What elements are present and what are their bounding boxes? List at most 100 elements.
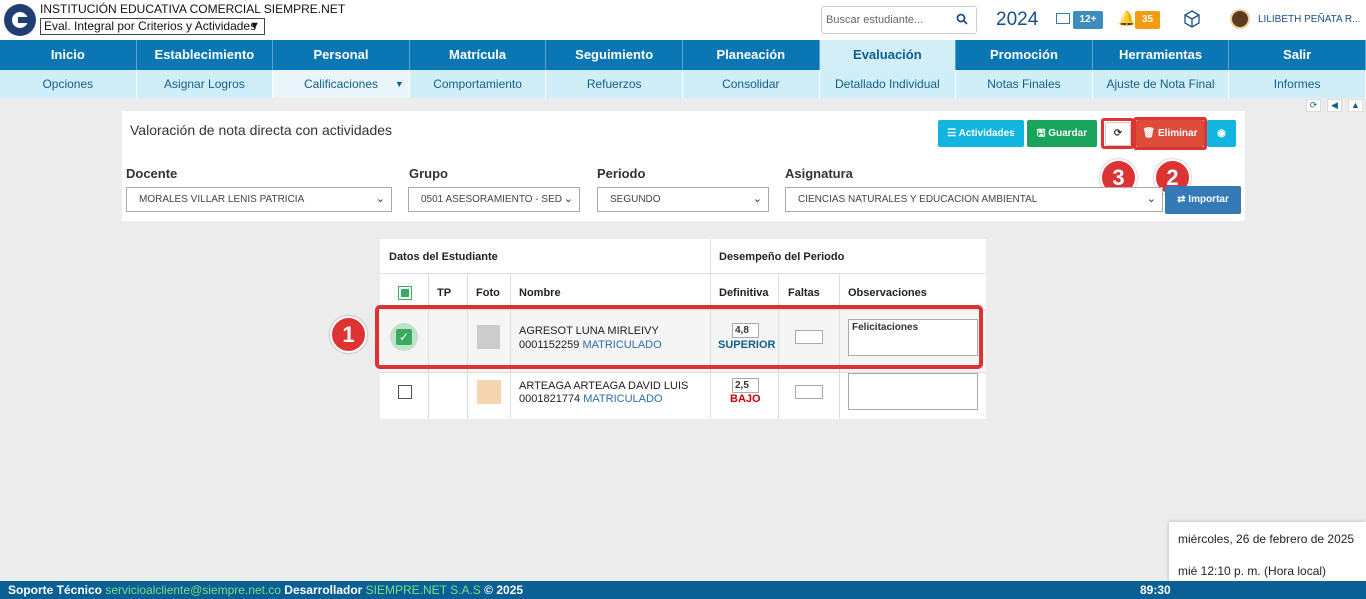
actividades-button[interactable]: ☰ Actividades bbox=[938, 120, 1024, 147]
subnav-comportamiento[interactable]: Comportamiento bbox=[410, 70, 547, 98]
row-2-student-name: ARTEAGA ARTEAGA DAVID LUIS bbox=[519, 380, 689, 392]
eliminar-button[interactable]: 🗑 Eliminar bbox=[1136, 120, 1204, 147]
row-2-checkbox[interactable] bbox=[398, 385, 412, 399]
nav-planeacion[interactable]: Planeación bbox=[683, 40, 820, 70]
scroll-top-icon[interactable]: ▲ bbox=[1348, 99, 1363, 112]
subnav-detallado-individual[interactable]: Detallado Individual bbox=[820, 70, 957, 98]
footer-support-label: Soporte Técnico bbox=[8, 583, 103, 597]
grupo-select[interactable]: 0501 ASESORAMIENTO - SED ⌄ bbox=[408, 187, 580, 212]
panel-title: Valoración de nota directa con actividad… bbox=[130, 122, 393, 138]
subnav-informes[interactable]: Informes bbox=[1229, 70, 1366, 98]
column-header-foto: Foto bbox=[476, 287, 500, 299]
subnav-calificaciones-label: Calificaciones bbox=[303, 77, 378, 91]
select-all-checkbox[interactable] bbox=[398, 286, 412, 300]
globe-button[interactable]: ◉ bbox=[1207, 120, 1236, 147]
mail-count-badge[interactable]: 12+ bbox=[1073, 11, 1103, 29]
grupo-value: 0501 ASESORAMIENTO - SED bbox=[421, 194, 562, 205]
nav-herramientas[interactable]: Herramientas bbox=[1093, 40, 1230, 70]
clock-time: mié 12:10 p. m. (Hora local) bbox=[1178, 564, 1327, 578]
user-avatar[interactable] bbox=[1230, 9, 1250, 29]
column-header-observaciones: Observaciones bbox=[848, 287, 927, 299]
column-header-faltas: Faltas bbox=[788, 287, 820, 299]
bell-icon[interactable]: 🔔 bbox=[1118, 10, 1135, 26]
refresh-page-icon[interactable]: ⟳ bbox=[1306, 99, 1321, 112]
nav-evaluacion[interactable]: Evaluación bbox=[819, 40, 957, 70]
sub-navigation: Opciones Asignar Logros Calificaciones ▼… bbox=[0, 70, 1366, 98]
periodo-label: Periodo bbox=[597, 166, 646, 181]
chevron-down-icon: ⌄ bbox=[1146, 193, 1156, 205]
nav-matricula[interactable]: Matrícula bbox=[410, 40, 547, 70]
institution-logo[interactable] bbox=[4, 4, 36, 36]
subnav-opciones[interactable]: Opciones bbox=[0, 70, 137, 98]
main-navigation: Inicio Establecimiento Personal Matrícul… bbox=[0, 40, 1366, 70]
evaluation-mode-select[interactable]: Eval. Integral por Criterios y Actividad… bbox=[40, 18, 265, 35]
nav-personal[interactable]: Personal bbox=[273, 40, 410, 70]
top-bar: INSTITUCIÓN EDUCATIVA COMERCIAL SIEMPRE.… bbox=[0, 0, 1366, 40]
subnav-calificaciones[interactable]: Calificaciones ▼ bbox=[273, 70, 410, 98]
column-header-nombre: Nombre bbox=[519, 287, 561, 299]
nav-salir[interactable]: Salir bbox=[1229, 40, 1366, 70]
refresh-button[interactable]: ⟳ bbox=[1105, 122, 1131, 146]
row-2-student-code: 0001821774 bbox=[519, 393, 581, 405]
grading-panel: Valoración de nota directa con actividad… bbox=[122, 111, 1245, 221]
step-marker-1: 1 bbox=[330, 316, 367, 353]
group-header-student: Datos del Estudiante bbox=[389, 251, 498, 263]
asignatura-label: Asignatura bbox=[785, 166, 853, 181]
subnav-notas-finales[interactable]: Notas Finales bbox=[956, 70, 1093, 98]
footer-support-email[interactable]: servicioalcliente@siempre.net.co bbox=[105, 583, 281, 597]
row-2-observation-textarea[interactable] bbox=[848, 373, 978, 410]
subnav-refuerzos[interactable]: Refuerzos bbox=[546, 70, 683, 98]
student-search-input[interactable]: Buscar estudiante... bbox=[821, 6, 977, 34]
search-placeholder: Buscar estudiante... bbox=[826, 14, 924, 26]
back-icon[interactable]: ◀ bbox=[1327, 99, 1342, 112]
row-1-highlight bbox=[375, 305, 983, 369]
nav-inicio[interactable]: Inicio bbox=[0, 40, 137, 70]
chevron-down-icon: ⌄ bbox=[752, 193, 762, 205]
guardar-button[interactable]: 🖫 Guardar bbox=[1027, 120, 1097, 147]
importar-button[interactable]: ⇄ Importar bbox=[1165, 186, 1241, 214]
search-icon[interactable] bbox=[956, 13, 968, 25]
footer-dev-name[interactable]: SIEMPRE.NET S.A.S bbox=[366, 583, 481, 597]
docente-label: Docente bbox=[126, 166, 178, 181]
caret-down-icon[interactable]: ▼ bbox=[395, 70, 404, 98]
school-year[interactable]: 2024 bbox=[996, 9, 1038, 31]
docente-select[interactable]: MORALES VILLAR LENIS PATRICIA ⌄ bbox=[126, 187, 392, 212]
nav-seguimiento[interactable]: Seguimiento bbox=[546, 40, 683, 70]
mail-icon[interactable] bbox=[1056, 13, 1070, 24]
footer-copyright: © 2025 bbox=[484, 583, 524, 597]
subnav-asignar-logros[interactable]: Asignar Logros bbox=[137, 70, 274, 98]
docente-value: MORALES VILLAR LENIS PATRICIA bbox=[139, 194, 305, 205]
footer: Soporte Técnico servicioalcliente@siempr… bbox=[0, 581, 1366, 599]
group-header-performance: Desempeño del Periodo bbox=[719, 251, 845, 263]
divider bbox=[380, 273, 986, 274]
user-name[interactable]: LILIBETH PEÑATA R... bbox=[1258, 14, 1360, 25]
cube-icon[interactable] bbox=[1183, 10, 1201, 28]
footer-dev-label: Desarrollador bbox=[284, 583, 363, 597]
row-2-performance-level: BAJO bbox=[730, 393, 761, 405]
row-2-absences-input[interactable] bbox=[795, 385, 823, 399]
chevron-down-icon: ▼ bbox=[249, 20, 260, 32]
row-2-grade-input[interactable]: 2,5 bbox=[732, 378, 759, 393]
globe-icon: ◉ bbox=[1217, 128, 1226, 139]
grupo-label: Grupo bbox=[409, 166, 448, 181]
evaluation-mode-value: Eval. Integral por Criterios y Actividad… bbox=[44, 19, 257, 33]
periodo-select[interactable]: SEGUNDO ⌄ bbox=[597, 187, 769, 212]
asignatura-value: CIENCIAS NATURALES Y EDUCACION AMBIENTAL bbox=[798, 194, 1038, 205]
column-header-tp: TP bbox=[437, 287, 452, 299]
asignatura-select[interactable]: CIENCIAS NATURALES Y EDUCACION AMBIENTAL… bbox=[785, 187, 1163, 212]
refresh-icon: ⟳ bbox=[1113, 128, 1123, 139]
clock-date: miércoles, 26 de febrero de 2025 bbox=[1178, 532, 1355, 546]
nav-establecimiento[interactable]: Establecimiento bbox=[137, 40, 274, 70]
nav-promocion[interactable]: Promoción bbox=[956, 40, 1093, 70]
institution-name: INSTITUCIÓN EDUCATIVA COMERCIAL SIEMPRE.… bbox=[40, 2, 346, 16]
notification-count-badge[interactable]: 35 bbox=[1135, 11, 1160, 29]
session-timer: 89:30 bbox=[1140, 583, 1171, 597]
clock-popup: miércoles, 26 de febrero de 2025 mié 12:… bbox=[1169, 522, 1366, 584]
periodo-value: SEGUNDO bbox=[610, 194, 661, 205]
chevron-down-icon: ⌄ bbox=[375, 193, 385, 205]
importar-label: Importar bbox=[1188, 194, 1229, 205]
column-header-definitiva: Definitiva bbox=[719, 287, 769, 299]
subnav-consolidar[interactable]: Consolidar bbox=[683, 70, 820, 98]
student-photo bbox=[477, 380, 501, 404]
subnav-ajuste-nota-final[interactable]: Ajuste de Nota Final bbox=[1093, 70, 1230, 98]
